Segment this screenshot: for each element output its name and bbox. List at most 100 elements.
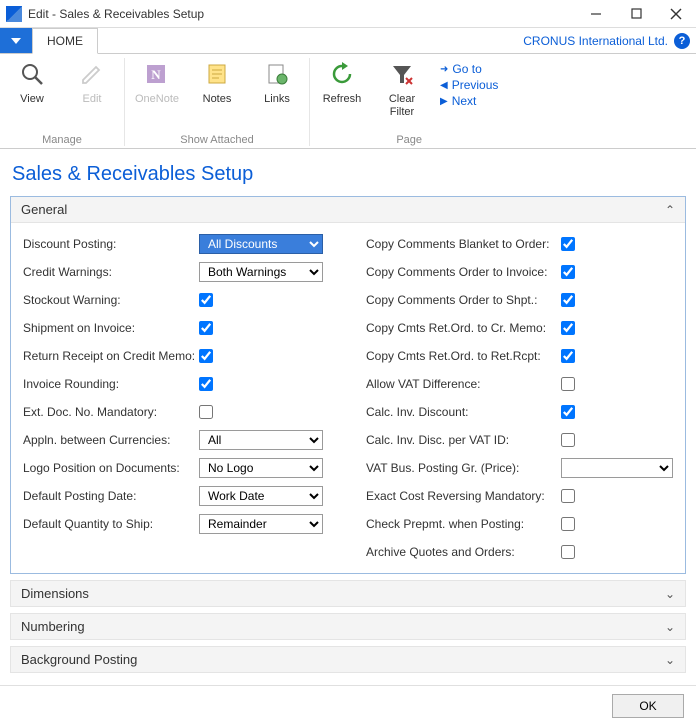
tab-home[interactable]: HOME [32, 28, 98, 54]
goto-link[interactable]: ➜Go to [440, 62, 498, 76]
shipment-on-invoice-checkbox[interactable] [199, 321, 213, 335]
return-receipt-label: Return Receipt on Credit Memo: [23, 349, 199, 363]
links-button[interactable]: Links [253, 58, 301, 106]
copy-order-invoice-label: Copy Comments Order to Invoice: [366, 265, 561, 279]
svg-text:N: N [151, 67, 161, 82]
nav-link-group: ➜Go to ◀Previous ▶Next [438, 58, 500, 112]
file-tab[interactable] [0, 28, 32, 53]
ok-button[interactable]: OK [612, 694, 684, 718]
page-title: Sales & Receivables Setup [12, 163, 686, 186]
vat-bus-posting-select[interactable] [561, 458, 673, 478]
pencil-icon [76, 58, 108, 90]
copy-blanket-order-label: Copy Comments Blanket to Order: [366, 237, 561, 251]
default-posting-date-select[interactable]: Work Date [199, 486, 323, 506]
section-header-dimensions[interactable]: Dimensions ⌄ [10, 580, 686, 607]
default-qty-ship-label: Default Quantity to Ship: [23, 517, 199, 531]
funnel-icon [386, 58, 418, 90]
default-qty-ship-select[interactable]: Remainder [199, 514, 323, 534]
links-icon [261, 58, 293, 90]
maximize-button[interactable] [616, 0, 656, 28]
chevron-down-icon: ⌄ [665, 653, 675, 667]
discount-posting-select[interactable]: All Discounts [199, 234, 323, 254]
ext-doc-mandatory-label: Ext. Doc. No. Mandatory: [23, 405, 199, 419]
minimize-button[interactable] [576, 0, 616, 28]
copy-retord-retrcpt-label: Copy Cmts Ret.Ord. to Ret.Rcpt: [366, 349, 561, 363]
credit-warnings-select[interactable]: Both Warnings [199, 262, 323, 282]
notes-icon [201, 58, 233, 90]
content-area: Sales & Receivables Setup General ⌃ Disc… [0, 149, 696, 685]
triangle-right-icon: ▶ [440, 96, 448, 107]
shipment-on-invoice-label: Shipment on Invoice: [23, 321, 199, 335]
check-prepmt-label: Check Prepmt. when Posting: [366, 517, 561, 531]
allow-vat-diff-label: Allow VAT Difference: [366, 377, 561, 391]
copy-retord-retrcpt-checkbox[interactable] [561, 349, 575, 363]
calc-inv-disc-checkbox[interactable] [561, 405, 575, 419]
section-header-background[interactable]: Background Posting ⌄ [10, 646, 686, 673]
help-icon[interactable]: ? [674, 33, 690, 49]
onenote-icon: N [141, 58, 173, 90]
section-header-numbering[interactable]: Numbering ⌄ [10, 613, 686, 640]
return-receipt-checkbox[interactable] [199, 349, 213, 363]
edit-button[interactable]: Edit [68, 58, 116, 106]
allow-vat-diff-checkbox[interactable] [561, 377, 575, 391]
section-general: General ⌃ Discount Posting: All Discount… [10, 196, 686, 574]
chevron-up-icon: ⌃ [665, 203, 675, 217]
calc-inv-disc-vat-label: Calc. Inv. Disc. per VAT ID: [366, 433, 561, 447]
credit-warnings-label: Credit Warnings: [23, 265, 199, 279]
triangle-left-icon: ◀ [440, 80, 448, 91]
ribbon-group-attached: N OneNote Notes Links Show Attached [125, 58, 310, 146]
appln-currencies-label: Appln. between Currencies: [23, 433, 199, 447]
ribbon-tabs: HOME CRONUS International Ltd. ? [0, 28, 696, 54]
tab-home-label: HOME [47, 34, 83, 48]
discount-posting-label: Discount Posting: [23, 237, 199, 251]
ribbon: View Edit Manage N OneNote [0, 54, 696, 149]
exact-cost-reversing-checkbox[interactable] [561, 489, 575, 503]
ext-doc-mandatory-checkbox[interactable] [199, 405, 213, 419]
stockout-warning-checkbox[interactable] [199, 293, 213, 307]
check-prepmt-checkbox[interactable] [561, 517, 575, 531]
title-bar: Edit - Sales & Receivables Setup [0, 0, 696, 28]
default-posting-date-label: Default Posting Date: [23, 489, 199, 503]
section-dimensions: Dimensions ⌄ [10, 580, 686, 607]
ribbon-group-manage: View Edit Manage [0, 58, 125, 146]
magnifier-icon [16, 58, 48, 90]
exact-cost-reversing-label: Exact Cost Reversing Mandatory: [366, 489, 561, 503]
archive-quotes-label: Archive Quotes and Orders: [366, 545, 561, 559]
chevron-down-icon: ⌄ [665, 587, 675, 601]
app-icon [6, 6, 22, 22]
section-header-general[interactable]: General ⌃ [11, 197, 685, 223]
copy-retord-crmemo-label: Copy Cmts Ret.Ord. to Cr. Memo: [366, 321, 561, 335]
window-title: Edit - Sales & Receivables Setup [28, 7, 204, 21]
refresh-button[interactable]: Refresh [318, 58, 366, 106]
footer: OK [0, 685, 696, 726]
copy-blanket-order-checkbox[interactable] [561, 237, 575, 251]
chevron-down-icon: ⌄ [665, 620, 675, 634]
copy-order-invoice-checkbox[interactable] [561, 265, 575, 279]
next-link[interactable]: ▶Next [440, 94, 498, 108]
invoice-rounding-label: Invoice Rounding: [23, 377, 199, 391]
logo-position-select[interactable]: No Logo [199, 458, 323, 478]
section-background: Background Posting ⌄ [10, 646, 686, 673]
clear-filter-button[interactable]: Clear Filter [378, 58, 426, 118]
refresh-icon [326, 58, 358, 90]
previous-link[interactable]: ◀Previous [440, 78, 498, 92]
view-button[interactable]: View [8, 58, 56, 106]
calc-inv-disc-vat-checkbox[interactable] [561, 433, 575, 447]
ribbon-group-page: Refresh Clear Filter ➜Go to ◀Previous ▶N… [310, 58, 508, 146]
appln-currencies-select[interactable]: All [199, 430, 323, 450]
logo-position-label: Logo Position on Documents: [23, 461, 199, 475]
invoice-rounding-checkbox[interactable] [199, 377, 213, 391]
arrow-right-icon: ➜ [440, 64, 448, 75]
vat-bus-posting-label: VAT Bus. Posting Gr. (Price): [366, 461, 561, 475]
archive-quotes-checkbox[interactable] [561, 545, 575, 559]
onenote-button[interactable]: N OneNote [133, 58, 181, 106]
close-button[interactable] [656, 0, 696, 28]
notes-button[interactable]: Notes [193, 58, 241, 106]
copy-order-shpt-label: Copy Comments Order to Shpt.: [366, 293, 561, 307]
copy-order-shpt-checkbox[interactable] [561, 293, 575, 307]
company-name: CRONUS International Ltd. ? [523, 28, 696, 53]
calc-inv-disc-label: Calc. Inv. Discount: [366, 405, 561, 419]
stockout-warning-label: Stockout Warning: [23, 293, 199, 307]
section-numbering: Numbering ⌄ [10, 613, 686, 640]
copy-retord-crmemo-checkbox[interactable] [561, 321, 575, 335]
